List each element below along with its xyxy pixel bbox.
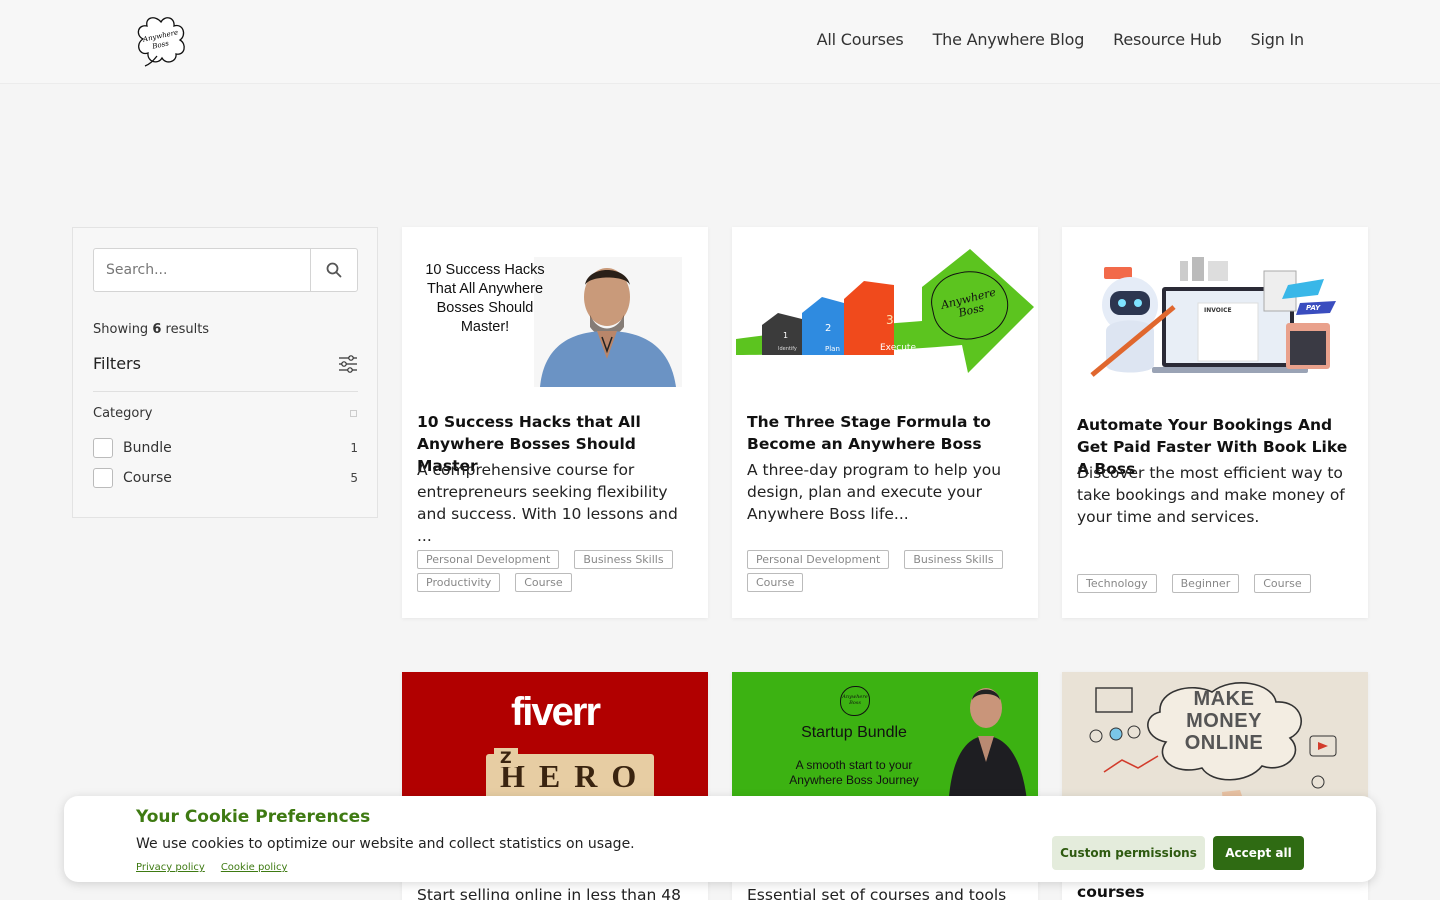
bundle-checkbox[interactable]: [93, 438, 113, 458]
search-button[interactable]: [310, 249, 357, 291]
step-label: Execute: [880, 343, 916, 353]
tag[interactable]: Course: [1254, 574, 1311, 593]
collapse-icon[interactable]: [350, 410, 357, 417]
cookie-links: Privacy policy Cookie policy: [136, 862, 287, 873]
nav-resource-hub[interactable]: Resource Hub: [1113, 30, 1222, 49]
main-nav: All Courses The Anywhere Blog Resource H…: [817, 30, 1305, 49]
bundle-logo-text: Anywhere Boss: [842, 694, 868, 706]
course-description: A three-day program to help you design, …: [747, 461, 1002, 523]
filter-option-bundle[interactable]: Bundle 1: [93, 438, 358, 458]
flip-letter: Z: [494, 748, 518, 767]
course-description: A comprehensive course for entrepreneurs…: [417, 461, 678, 545]
tag[interactable]: Course: [515, 573, 572, 592]
course-tags: Technology Beginner Course: [1077, 574, 1357, 593]
presenter-photo: [948, 688, 1028, 812]
thumbnail-caption: 10 Success Hacks That All Anywhere Bosse…: [425, 262, 545, 335]
cookie-policy-link[interactable]: Cookie policy: [221, 862, 288, 873]
step-label: Plan: [825, 345, 840, 353]
filters-title: Filters: [93, 354, 141, 373]
filter-option-label: Course: [123, 470, 172, 486]
course-description: Start selling online in less than 48: [417, 886, 681, 900]
tag[interactable]: Technology: [1077, 574, 1157, 593]
step-label: Identify: [778, 346, 797, 352]
tag[interactable]: Beginner: [1171, 574, 1240, 593]
tag[interactable]: Business Skills: [904, 550, 1003, 569]
filter-option-course[interactable]: Course 5: [93, 468, 358, 488]
course-title[interactable]: courses: [1077, 881, 1353, 900]
search-box: [93, 248, 358, 292]
filters-divider: [93, 391, 358, 392]
pay-label: PAY: [1306, 304, 1321, 312]
accept-all-button[interactable]: Accept all: [1213, 836, 1304, 870]
course-title[interactable]: The Three Stage Formula to Become an Any…: [747, 411, 1023, 455]
category-title: Category: [93, 406, 153, 421]
cookie-banner: Your Cookie Preferences We use cookies t…: [64, 796, 1376, 882]
course-card[interactable]: 10 Success Hacks That All Anywhere Bosse…: [402, 227, 708, 618]
nav-all-courses[interactable]: All Courses: [817, 30, 904, 49]
step-number: 3: [886, 313, 894, 327]
step-number: 2: [825, 323, 832, 334]
course-thumbnail[interactable]: 10 Success Hacks That All Anywhere Bosse…: [402, 227, 708, 403]
course-card[interactable]: 1 2 3 Identify Plan Execute Anywhere Bos…: [732, 227, 1038, 618]
tag[interactable]: Personal Development: [417, 550, 560, 569]
tag[interactable]: Productivity: [417, 573, 501, 592]
filter-sidebar: Showing 6 results Filters Category Bundl…: [72, 227, 378, 518]
fiverr-logo-text: fiverr: [510, 690, 601, 734]
nav-anywhere-blog[interactable]: The Anywhere Blog: [933, 30, 1085, 49]
filter-option-count: 5: [350, 471, 358, 485]
course-tags: Personal Development Business Skills Cou…: [747, 550, 1027, 592]
bundle-title: Startup Bundle: [801, 724, 907, 741]
cookie-title: Your Cookie Preferences: [136, 807, 371, 827]
filters-header: Filters: [93, 354, 358, 373]
course-tags: Personal Development Business Skills Pro…: [417, 550, 697, 592]
filter-option-label: Bundle: [123, 440, 172, 456]
nav-sign-in[interactable]: Sign In: [1251, 30, 1305, 49]
custom-permissions-button[interactable]: Custom permissions: [1052, 836, 1205, 870]
tag[interactable]: Business Skills: [574, 550, 673, 569]
course-thumbnail[interactable]: 1 2 3 Identify Plan Execute Anywhere Bos…: [732, 227, 1038, 403]
course-checkbox[interactable]: [93, 468, 113, 488]
step-number: 1: [783, 331, 789, 340]
sliders-icon[interactable]: [338, 354, 358, 373]
privacy-policy-link[interactable]: Privacy policy: [136, 862, 205, 873]
search-input[interactable]: [94, 249, 310, 291]
results-count: Showing 6 results: [93, 322, 209, 337]
search-icon: [326, 262, 342, 278]
showing-prefix: Showing: [93, 322, 149, 337]
tag[interactable]: Personal Development: [747, 550, 890, 569]
course-card[interactable]: INVOICE PAY Automate Your Bookings And G…: [1062, 227, 1368, 618]
course-thumbnail[interactable]: INVOICE PAY: [1062, 227, 1368, 403]
filter-option-count: 1: [350, 441, 358, 455]
site-header: Anywhere Boss All Courses The Anywhere B…: [0, 0, 1440, 84]
anywhere-boss-logo[interactable]: Anywhere Boss: [133, 14, 189, 68]
category-header[interactable]: Category: [93, 406, 358, 421]
cookie-text: We use cookies to optimize our website a…: [136, 836, 635, 852]
course-description: Essential set of courses and tools to: [747, 886, 1007, 900]
tag[interactable]: Course: [747, 573, 804, 592]
course-description: Discover the most efficient way to take …: [1077, 464, 1345, 526]
make-money-text: MAKE MONEY ONLINE: [1184, 688, 1264, 754]
showing-suffix: results: [165, 322, 210, 337]
invoice-label: INVOICE: [1204, 307, 1232, 314]
showing-number: 6: [152, 322, 162, 337]
bundle-subtitle: A smooth start to your Anywhere Boss Jou…: [789, 758, 919, 787]
